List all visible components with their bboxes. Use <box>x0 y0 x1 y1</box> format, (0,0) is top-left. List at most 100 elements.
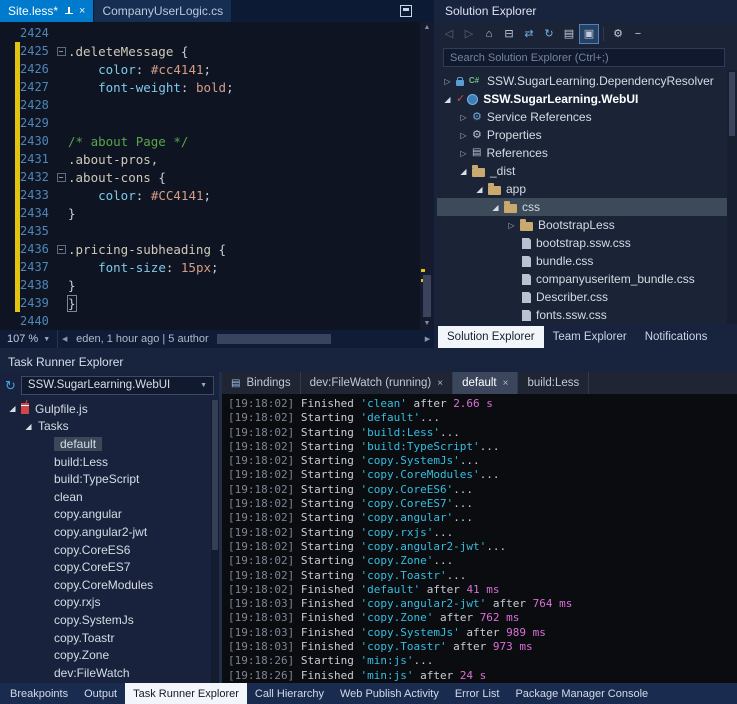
expander-icon[interactable]: ◢ <box>22 422 35 431</box>
tree-item[interactable]: bundle.css <box>437 252 727 270</box>
search-input[interactable] <box>450 52 722 64</box>
task-tree-item[interactable]: copy.rxjs <box>0 594 211 612</box>
tool-window-tab[interactable]: Task Runner Explorer <box>125 683 247 704</box>
tool-window-tab[interactable]: Breakpoints <box>2 683 76 704</box>
task-tree-item[interactable]: copy.CoreES7 <box>0 558 211 576</box>
tool-window-tab[interactable]: Output <box>76 683 125 704</box>
project-dropdown[interactable]: SSW.SugarLearning.WebUI ▼ <box>21 376 214 395</box>
zoom-control[interactable]: 107 % ▼ <box>0 330 58 348</box>
tool-window-tab[interactable]: Web Publish Activity <box>332 683 447 704</box>
close-icon[interactable]: × <box>79 6 85 17</box>
home-icon[interactable]: ⌂ <box>480 25 498 43</box>
show-all-files-icon[interactable]: ▤ <box>560 25 578 43</box>
scrollbar-thumb[interactable] <box>212 400 218 550</box>
expander-icon[interactable]: ▷ <box>441 77 454 86</box>
tool-window-tab[interactable]: Team Explorer <box>544 326 636 348</box>
task-tree-item[interactable]: build:TypeScript <box>0 470 211 488</box>
expander-icon[interactable]: ◢ <box>473 185 486 194</box>
solution-explorer-scrollbar[interactable] <box>727 70 737 324</box>
task-tree-item[interactable]: copy.angular2-jwt <box>0 523 211 541</box>
task-tree-item[interactable]: dev:FileWatch <box>0 664 211 682</box>
tool-window-tab[interactable]: Error List <box>447 683 508 704</box>
refresh-icon[interactable]: ↻ <box>5 379 16 392</box>
back-icon[interactable]: ◁ <box>440 25 458 43</box>
task-tree-item[interactable]: copy.angular <box>0 506 211 524</box>
fold-margin: − <box>54 47 68 56</box>
task-tree-item[interactable]: build:Less <box>0 453 211 471</box>
scrollbar-thumb[interactable] <box>729 72 735 136</box>
expander-icon[interactable]: ▷ <box>505 221 518 230</box>
tree-item[interactable]: ▷▤References <box>437 144 727 162</box>
code-line: 2432−.about-cons { <box>0 168 420 186</box>
task-tree-item[interactable]: copy.SystemJs <box>0 611 211 629</box>
tool-window-tab[interactable]: Notifications <box>636 326 717 348</box>
scroll-up-icon[interactable]: ▲ <box>420 22 434 34</box>
tree-item[interactable]: fonts.ssw.css <box>437 306 727 324</box>
code-editor[interactable]: 24242425−.deleteMessage {2426 color: #cc… <box>0 22 434 330</box>
fold-toggle-icon[interactable]: − <box>57 47 66 56</box>
preview-items-icon[interactable]: − <box>629 25 647 43</box>
tool-window-tab[interactable]: Solution Explorer <box>438 326 544 348</box>
task-tree-item[interactable]: clean <box>0 488 211 506</box>
scroll-down-icon[interactable]: ▼ <box>420 318 434 330</box>
fold-toggle-icon[interactable]: − <box>57 245 66 254</box>
task-pane-scrollbar[interactable] <box>211 400 219 683</box>
expander-icon[interactable]: ◢ <box>457 167 470 176</box>
task-tree-item[interactable]: ◢Tasks <box>0 418 211 436</box>
tree-item[interactable]: companyuseritem_bundle.css <box>437 270 727 288</box>
expander-icon[interactable]: ▷ <box>457 149 470 158</box>
close-icon[interactable]: × <box>437 378 443 389</box>
tool-window-tab[interactable]: Call Hierarchy <box>247 683 332 704</box>
tree-item[interactable]: ◢_dist <box>437 162 727 180</box>
git-blame-info[interactable]: eden, 1 hour ago | 5 author <box>71 333 214 345</box>
collapse-all-icon[interactable]: ⊟ <box>500 25 518 43</box>
code-area[interactable]: 24242425−.deleteMessage {2426 color: #cc… <box>0 24 420 330</box>
task-tree-item-label: copy.angular <box>54 507 122 521</box>
horizontal-scrollbar[interactable] <box>214 330 421 348</box>
expander-icon[interactable]: ▷ <box>457 131 470 140</box>
scrollbar-thumb[interactable] <box>217 334 331 344</box>
task-tree-item[interactable]: copy.Toastr <box>0 629 211 647</box>
task-output-tab[interactable]: dev:FileWatch (running)× <box>301 372 454 394</box>
task-output-tab[interactable]: default× <box>453 372 518 394</box>
task-tree-item[interactable]: ◢Gulpfile.js <box>0 400 211 418</box>
console-line: [19:18:02] Starting 'build:Less'... <box>228 426 737 440</box>
expander-icon[interactable]: ◢ <box>489 203 502 212</box>
task-output-tab[interactable]: ▤Bindings <box>222 372 301 394</box>
nest-files-icon[interactable]: ▣ <box>580 25 598 43</box>
expander-icon[interactable]: ◢ <box>441 95 454 104</box>
gulp-console-output[interactable]: [19:18:02] Finished 'clean' after 2.66 s… <box>222 394 737 683</box>
tree-item[interactable]: ▷BootstrapLess <box>437 216 727 234</box>
scroll-right-icon[interactable]: ▶ <box>421 335 434 343</box>
tree-item[interactable]: ◢✓SSW.SugarLearning.WebUI <box>437 90 727 108</box>
document-well-options-icon[interactable] <box>400 5 412 17</box>
expander-icon[interactable]: ◢ <box>6 404 19 413</box>
properties-icon[interactable]: ⚙ <box>609 25 627 43</box>
task-tree-item[interactable]: copy.CoreES6 <box>0 541 211 559</box>
forward-icon[interactable]: ▷ <box>460 25 478 43</box>
document-tab[interactable]: Site.less*× <box>0 0 93 22</box>
task-tree-item[interactable]: default <box>0 435 211 453</box>
refresh-icon[interactable]: ↻ <box>540 25 558 43</box>
sync-with-active-icon[interactable]: ⇄ <box>520 25 538 43</box>
task-output-tab[interactable]: build:Less <box>518 372 589 394</box>
pin-icon[interactable] <box>64 7 73 16</box>
tree-item[interactable]: ▷C#SSW.SugarLearning.DependencyResolver <box>437 72 727 90</box>
close-icon[interactable]: × <box>503 378 509 389</box>
fold-toggle-icon[interactable]: − <box>57 173 66 182</box>
task-tree-item[interactable]: copy.Zone <box>0 646 211 664</box>
scroll-left-icon[interactable]: ◀ <box>58 335 71 343</box>
task-tree-item[interactable]: copy.CoreModules <box>0 576 211 594</box>
document-tab[interactable]: CompanyUserLogic.cs <box>94 0 231 22</box>
scrollbar-thumb[interactable] <box>423 275 431 317</box>
tree-item[interactable]: Describer.css <box>437 288 727 306</box>
editor-vertical-scrollbar[interactable]: ▲ ▼ <box>420 22 434 330</box>
tree-item[interactable]: ◢app <box>437 180 727 198</box>
tool-window-tab[interactable]: Package Manager Console <box>507 683 656 704</box>
tree-item[interactable]: bootstrap.ssw.css <box>437 234 727 252</box>
search-box[interactable] <box>443 48 725 67</box>
tree-item[interactable]: ▷⚙Properties <box>437 126 727 144</box>
tree-item[interactable]: ▷⚙Service References <box>437 108 727 126</box>
expander-icon[interactable]: ▷ <box>457 113 470 122</box>
tree-item[interactable]: ◢css <box>437 198 727 216</box>
